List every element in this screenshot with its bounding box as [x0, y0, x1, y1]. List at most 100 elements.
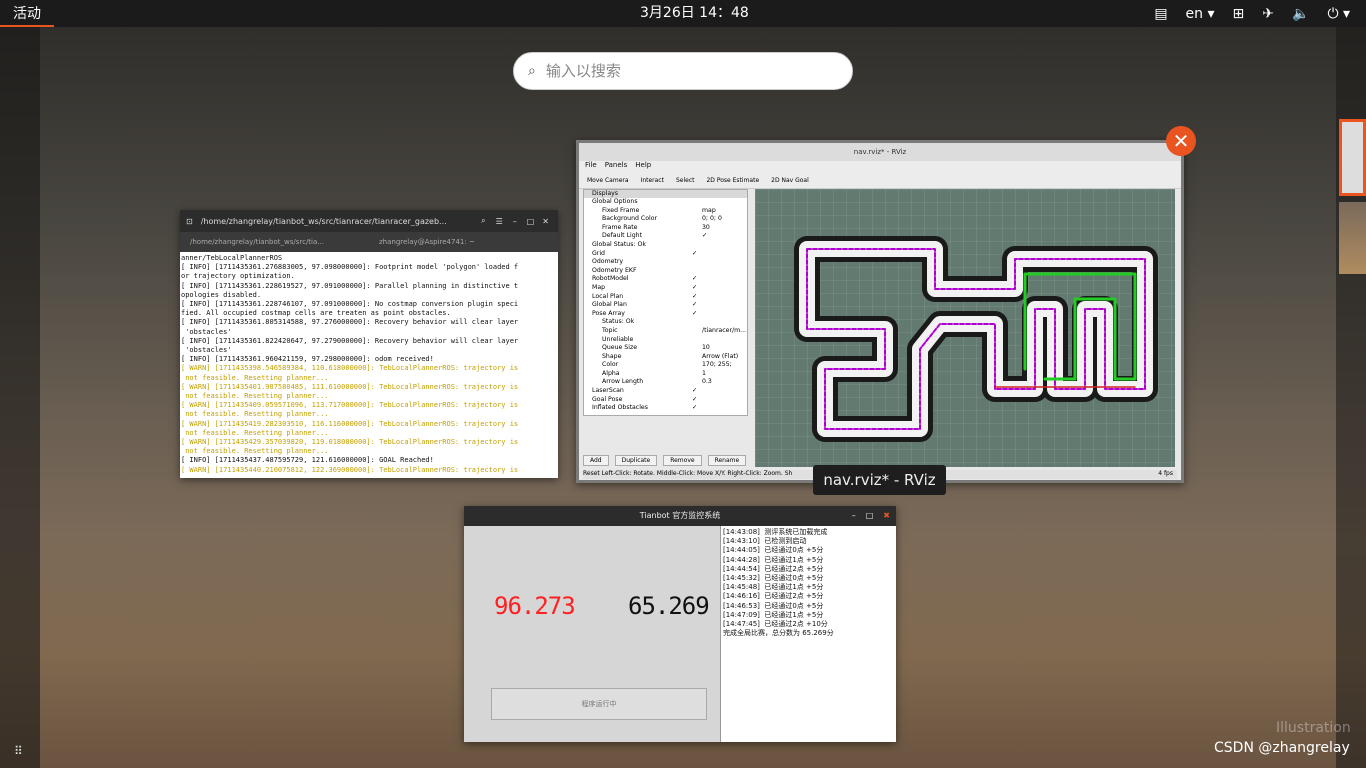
- menu-item-file[interactable]: File: [585, 161, 597, 172]
- display-row[interactable]: Background Color 0; 0; 0: [584, 215, 747, 224]
- displays-panel[interactable]: Displays Global Options Fixed Frame map Bac…: [583, 189, 748, 416]
- log-line: [14:44:28] 已经通过1点 +5分: [723, 555, 824, 564]
- tool-interact[interactable]: Interact: [641, 177, 664, 184]
- workspace-1-thumbnail[interactable]: [1339, 119, 1366, 196]
- menu-item-panels[interactable]: Panels: [605, 161, 628, 172]
- event-log[interactable]: [14:43:08] 测评系统已加载完成 [14:43:10] 已检测到启动 [14…: [720, 526, 896, 742]
- display-row[interactable]: Shape Arrow (Flat): [584, 353, 747, 362]
- clock[interactable]: 3月26日 14：48: [640, 0, 749, 27]
- minimize-icon[interactable]: –: [852, 506, 856, 526]
- rviz-titlebar[interactable]: nav.rviz* - RViz: [579, 143, 1181, 161]
- terminal-line: not feasible. Resetting planner...: [181, 392, 329, 401]
- display-row[interactable]: Goal Pose ✓: [584, 396, 747, 405]
- display-row[interactable]: Color 170; 255;: [584, 361, 747, 370]
- display-row[interactable]: Frame Rate 30: [584, 224, 747, 233]
- terminal-window[interactable]: ⊡ /home/zhangrelay/tianbot_ws/src/tianra…: [180, 210, 558, 478]
- show-applications-icon[interactable]: ⠿: [14, 744, 23, 758]
- log-line: [14:45:32] 已经通过0点 +5分: [723, 574, 824, 583]
- rviz-menubar: File Panels Help: [579, 161, 1181, 172]
- display-row[interactable]: Grid ✓: [584, 250, 747, 259]
- display-value: [692, 267, 747, 276]
- display-row[interactable]: Global Plan ✓: [584, 301, 747, 310]
- tool-2d-pose-estimate[interactable]: 2D Pose Estimate: [706, 177, 759, 184]
- add-button[interactable]: Add: [583, 455, 609, 466]
- display-row[interactable]: Pose Array ✓: [584, 310, 747, 319]
- display-row[interactable]: Map ✓: [584, 284, 747, 293]
- display-row[interactable]: Status: Ok: [584, 318, 747, 327]
- display-row[interactable]: Odometry EKF: [584, 267, 747, 276]
- display-key: Fixed Frame: [602, 206, 640, 214]
- display-key: Odometry EKF: [592, 266, 637, 274]
- display-row[interactable]: LaserScan ✓: [584, 387, 747, 396]
- close-icon[interactable]: ✕: [542, 217, 549, 226]
- search-icon[interactable]: ⌕: [481, 216, 485, 226]
- rename-button[interactable]: Rename: [707, 455, 747, 466]
- network-icon[interactable]: ⊞: [1233, 6, 1245, 22]
- maximize-icon[interactable]: □: [527, 217, 535, 226]
- terminal-titlebar[interactable]: ⊡ /home/zhangrelay/tianbot_ws/src/tianra…: [180, 210, 558, 232]
- display-value: ✓: [702, 232, 708, 240]
- minimize-icon[interactable]: –: [513, 217, 517, 226]
- terminal-tab-2[interactable]: zhangrelay@Aspire4741: ~: [369, 238, 558, 246]
- display-row[interactable]: Global Status: Ok: [584, 241, 747, 250]
- display-value: ✓: [692, 404, 698, 412]
- score-panel: 96.273 65.269 程序运行中: [464, 526, 720, 742]
- tool-move-camera[interactable]: Move Camera: [587, 177, 629, 184]
- search-input[interactable]: [543, 61, 808, 81]
- menu-item-help[interactable]: Help: [635, 161, 651, 172]
- close-icon[interactable]: ✖: [883, 506, 890, 526]
- display-row[interactable]: Queue Size 10: [584, 344, 747, 353]
- close-window-button[interactable]: ✕: [1166, 126, 1196, 156]
- terminal-line: not feasible. Resetting planner...: [181, 410, 329, 419]
- display-row[interactable]: Inflated Obstacles ✓: [584, 404, 747, 413]
- run-button[interactable]: 程序运行中: [491, 688, 707, 720]
- display-key: Map: [592, 283, 606, 291]
- activities-button[interactable]: 活动: [0, 0, 54, 27]
- system-tray: ▤ en ▾ ⊞ ✈ 🔈 ⏻ ▾: [1154, 0, 1350, 27]
- displays-header: Displays: [584, 190, 747, 198]
- display-row[interactable]: Fixed Frame map: [584, 207, 747, 216]
- tianbot-title: Tianbot 官方监控系统: [639, 511, 721, 520]
- display-row[interactable]: Default Light ✓: [584, 232, 747, 241]
- maximize-icon[interactable]: □: [866, 506, 874, 526]
- search-box[interactable]: ⌕: [513, 52, 853, 90]
- menu-icon[interactable]: ☰: [496, 217, 503, 226]
- volume-icon[interactable]: 🔈: [1292, 6, 1309, 22]
- rviz-window[interactable]: nav.rviz* - RViz File Panels Help Move Cam…: [576, 140, 1184, 483]
- power-icon[interactable]: ⏻ ▾: [1327, 6, 1350, 22]
- display-key: Unreliable: [602, 335, 634, 343]
- clipboard-icon[interactable]: ▤: [1154, 6, 1167, 22]
- display-value: [692, 258, 747, 267]
- tianbot-titlebar[interactable]: Tianbot 官方监控系统 – □ ✖: [464, 506, 896, 526]
- tool-select[interactable]: Select: [676, 177, 695, 184]
- display-row[interactable]: Odometry: [584, 258, 747, 267]
- new-tab-icon[interactable]: ⊡: [186, 217, 193, 226]
- log-line: [14:46:16] 已经通过2点 +5分: [723, 592, 824, 601]
- tool-2d-nav-goal[interactable]: 2D Nav Goal: [771, 177, 809, 184]
- rviz-3d-view[interactable]: [755, 189, 1175, 467]
- display-row[interactable]: Topic/tianracer/m...: [584, 327, 747, 336]
- display-row[interactable]: Alpha 1: [584, 370, 747, 379]
- display-row[interactable]: Unreliable: [584, 336, 747, 345]
- workspace-2-thumbnail[interactable]: [1339, 202, 1366, 274]
- terminal-line: [ INFO] [1711435361.228619527, 97.091000…: [181, 281, 519, 290]
- display-value: 10: [702, 344, 710, 352]
- language-selector[interactable]: en ▾: [1186, 6, 1215, 22]
- airplane-icon[interactable]: ✈: [1262, 6, 1274, 22]
- tianbot-window[interactable]: Tianbot 官方监控系统 – □ ✖ 96.273 65.269 程序运行中…: [464, 506, 896, 742]
- display-row[interactable]: Global Options: [584, 198, 747, 207]
- display-row[interactable]: RobotModel ✓: [584, 275, 747, 284]
- terminal-output[interactable]: anner/TebLocalPlannerROS[ INFO] [1711435…: [180, 252, 558, 478]
- display-value: ✓: [692, 292, 698, 300]
- duplicate-button[interactable]: Duplicate: [614, 455, 658, 466]
- status-text: Reset Left-Click: Rotate. Middle-Click: …: [583, 470, 793, 477]
- display-key: Color: [602, 361, 619, 369]
- terminal-line: [ WARN] [1711435401.987580485, 111.61000…: [181, 382, 519, 391]
- display-value: [702, 318, 747, 327]
- display-row[interactable]: Arrow Length 0.3: [584, 378, 747, 387]
- display-key: Background Color: [602, 215, 658, 223]
- terminal-tab-1[interactable]: /home/zhangrelay/tianbot_ws/src/tia...: [180, 238, 369, 246]
- remove-button[interactable]: Remove: [663, 455, 702, 466]
- display-value: [692, 198, 747, 207]
- display-row[interactable]: Local Plan ✓: [584, 293, 747, 302]
